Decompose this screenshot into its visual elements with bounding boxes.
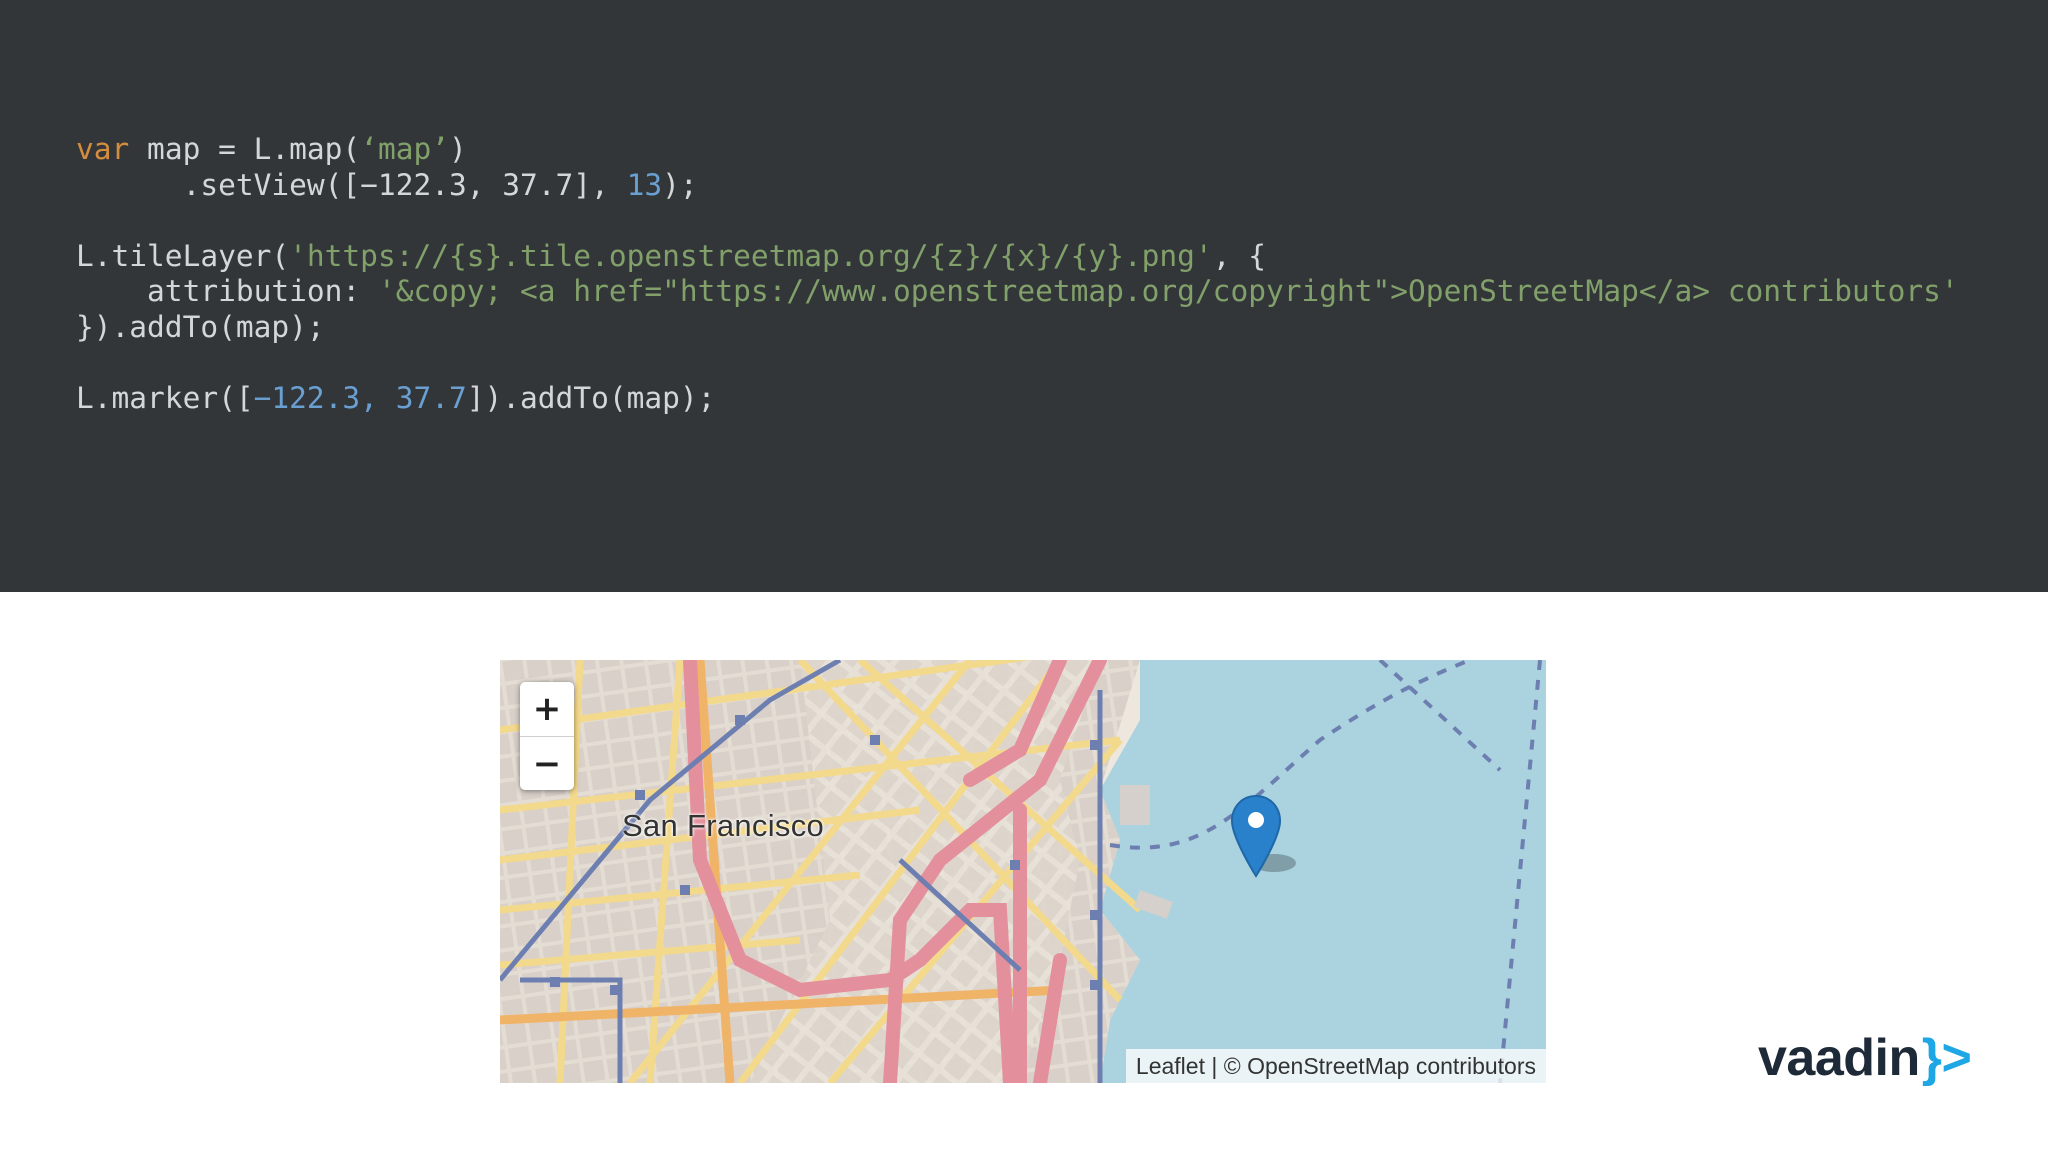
osm-link[interactable]: OpenStreetMap contributors [1247, 1053, 1536, 1080]
code-token: ); [662, 167, 698, 202]
logo-text: vaadin [1758, 1029, 1920, 1087]
logo-brace: }> [1921, 1029, 1972, 1087]
code-token: ) [449, 132, 467, 166]
map-marker-icon[interactable] [1230, 794, 1282, 878]
code-line: L.tileLayer('https://{s}.tile.openstreet… [76, 239, 1959, 275]
code-line: L.marker([−122.3, 37.7]).addTo(map); [76, 381, 1959, 417]
code-block: var map = L.map(‘map’) .setView([−122.3,… [76, 132, 1959, 416]
code-token: ]).addTo(map); [466, 380, 716, 415]
map-view[interactable]: San Francisco + − Leaflet | © OpenStreet… [500, 660, 1546, 1083]
attribution-separator: | © [1204, 1052, 1248, 1079]
vaadin-logo: vaadin}> [1758, 1028, 1972, 1088]
city-label: San Francisco [622, 808, 825, 843]
leaflet-link[interactable]: Leaflet [1136, 1053, 1205, 1080]
code-token: map = L.map( [129, 132, 361, 166]
zoom-in-button[interactable]: + [520, 682, 574, 736]
code-token: ‘map’ [360, 132, 449, 166]
code-token: , { [1212, 238, 1266, 273]
code-token: −122.3, 37.7 [253, 380, 467, 415]
code-line: }).addTo(map); [76, 310, 1959, 346]
code-token: attribution: [76, 274, 378, 308]
map-tiles[interactable] [500, 660, 1546, 1083]
code-line: var map = L.map(‘map’) [76, 132, 1959, 168]
code-panel: var map = L.map(‘map’) .setView([−122.3,… [0, 0, 2048, 592]
code-token: 'https://{s}.tile.openstreetmap.org/{z}/… [289, 238, 1213, 273]
zoom-out-button[interactable]: − [520, 736, 574, 790]
map-attribution: Leaflet | © OpenStreetMap contributors [1125, 1049, 1546, 1083]
code-line: attribution: '&copy; <a href="https://ww… [76, 274, 1959, 310]
code-token: }).addTo(map); [76, 309, 325, 344]
code-token: L.marker([ [76, 380, 254, 415]
zoom-control: + − [520, 682, 574, 790]
code-token: L.tileLayer( [76, 238, 290, 273]
code-token: 13 [626, 167, 663, 202]
code-token: .setView([−122.3, 37.7], [76, 167, 627, 202]
code-token: '&copy; <a href="https://www.openstreetm… [377, 274, 1959, 308]
code-line: .setView([−122.3, 37.7], 13); [76, 168, 1959, 204]
code-token: var [76, 132, 130, 166]
